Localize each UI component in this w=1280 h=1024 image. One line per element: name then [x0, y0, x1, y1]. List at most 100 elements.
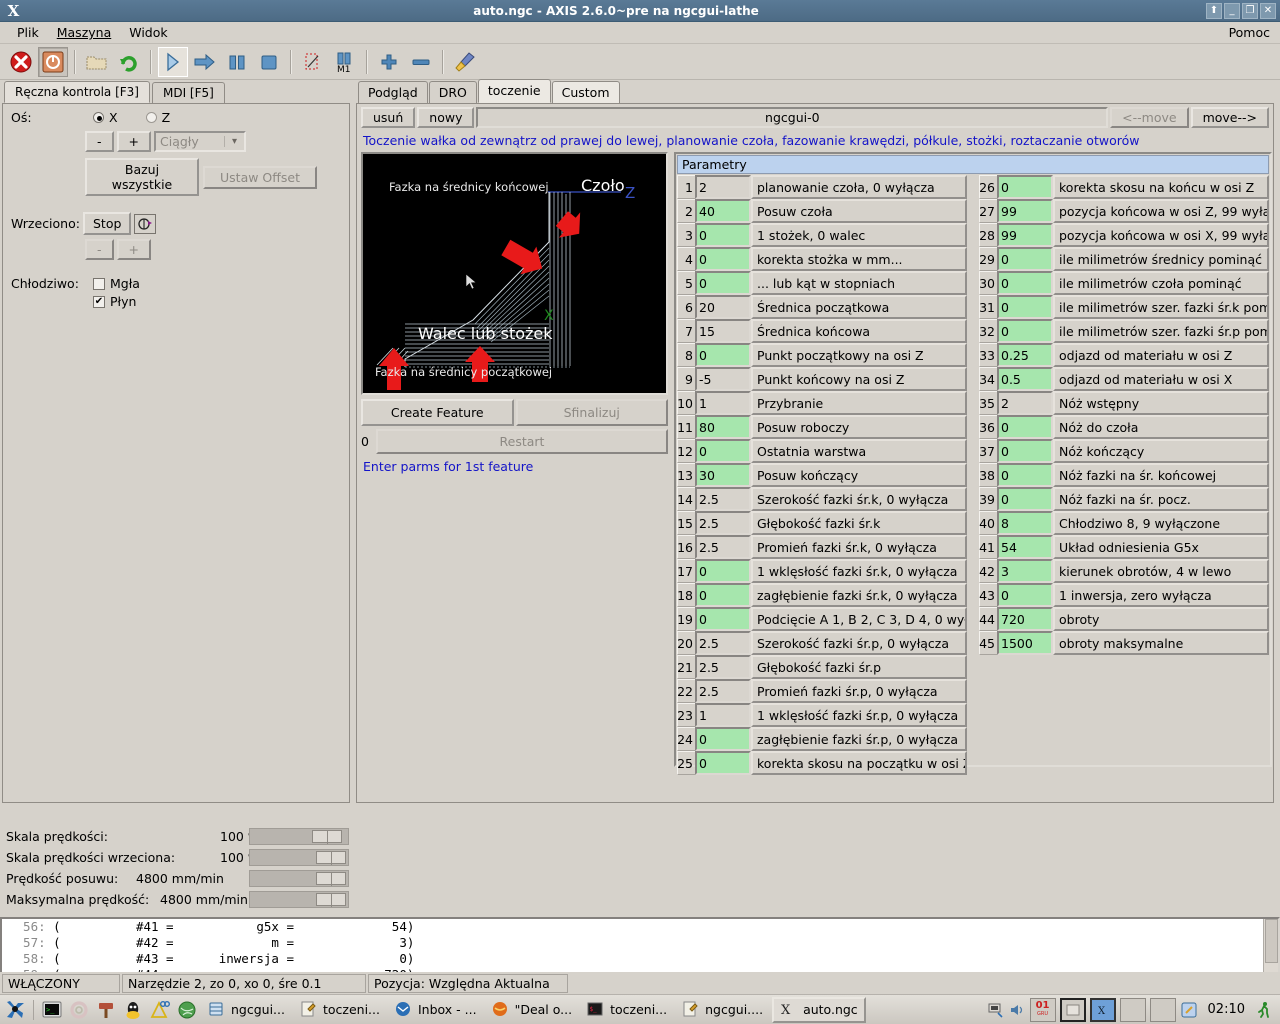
slider-thumb[interactable]	[316, 893, 346, 907]
menu-maszyna[interactable]: Maszyna	[48, 23, 121, 42]
parameter-value-input[interactable]: 0	[997, 487, 1053, 511]
tab-podglad[interactable]: Podgląd	[358, 81, 428, 103]
parameter-value-input[interactable]: 0	[695, 559, 751, 583]
package-icon[interactable]	[94, 998, 118, 1022]
parameter-value-input[interactable]: 2	[997, 391, 1053, 415]
parameter-value-input[interactable]: 0	[695, 727, 751, 751]
parameter-value-input[interactable]: 0	[997, 175, 1053, 199]
parameter-value-input[interactable]: 0.5	[997, 367, 1053, 391]
parameter-value-input[interactable]: 720	[997, 607, 1053, 631]
slider-thumb[interactable]	[316, 851, 346, 865]
parameter-value-input[interactable]: 0	[695, 247, 751, 271]
parameter-value-input[interactable]: 2.5	[695, 655, 751, 679]
parameter-value-input[interactable]: 40	[695, 199, 751, 223]
spindle-minus-button[interactable]: -	[85, 239, 114, 260]
new-tab-button[interactable]: nowy	[417, 107, 475, 128]
estop-icon[interactable]	[6, 47, 36, 77]
parameter-value-input[interactable]: 8	[997, 511, 1053, 535]
restart-button[interactable]: Restart	[376, 429, 668, 454]
feed-override-slider[interactable]	[249, 828, 349, 845]
parameter-value-input[interactable]: 0	[695, 583, 751, 607]
parameter-value-input[interactable]: 30	[695, 463, 751, 487]
parameter-value-input[interactable]: 54	[997, 535, 1053, 559]
parameter-value-input[interactable]: 20	[695, 295, 751, 319]
spindle-plus-button[interactable]: +	[116, 239, 151, 260]
parameter-value-input[interactable]: 99	[997, 199, 1053, 223]
feature-preview-canvas[interactable]: Z X Fazka na średnicy końcowej Czoło Wal…	[361, 152, 668, 395]
optional-stop-icon[interactable]: M1	[330, 47, 360, 77]
step-program-icon[interactable]	[190, 47, 220, 77]
taskbar-task[interactable]: toczeni...	[294, 999, 386, 1021]
ngcgui-name-entry[interactable]: ngcgui-0	[476, 107, 1109, 128]
drawing-icon[interactable]	[148, 998, 172, 1022]
toggle-skip-lines-icon[interactable]	[298, 47, 328, 77]
reload-file-icon[interactable]	[114, 47, 144, 77]
parameter-value-input[interactable]: 1500	[997, 631, 1053, 655]
parameter-value-input[interactable]: 0	[997, 583, 1053, 607]
clear-icon[interactable]	[450, 47, 480, 77]
run-program-icon[interactable]	[158, 46, 188, 77]
pager-page-4[interactable]	[1149, 997, 1176, 1022]
taskbar-task[interactable]: "Deal o...	[486, 999, 579, 1021]
pause-program-icon[interactable]	[222, 47, 252, 77]
parameter-value-input[interactable]: 2.5	[695, 535, 751, 559]
parameter-value-input[interactable]: 0	[997, 295, 1053, 319]
set-offset-button[interactable]: Ustaw Offset	[203, 165, 317, 189]
tab-dro[interactable]: DRO	[428, 81, 477, 103]
stop-program-icon[interactable]	[254, 47, 284, 77]
menu-widok[interactable]: Widok	[120, 23, 176, 42]
parameter-value-input[interactable]: 0	[997, 463, 1053, 487]
tab-mdi[interactable]: MDI [F5]	[151, 82, 225, 103]
jog-mode-select[interactable]: Ciągły ▾	[154, 131, 246, 152]
move-left-button[interactable]: <--move	[1110, 107, 1189, 128]
start-menu-icon[interactable]	[3, 998, 27, 1022]
slider-thumb[interactable]	[312, 830, 342, 844]
home-all-button[interactable]: Bazuj wszystkie	[85, 158, 199, 196]
parameter-value-input[interactable]: 80	[695, 415, 751, 439]
parameter-value-input[interactable]: 0	[997, 439, 1053, 463]
parameter-value-input[interactable]: 2.5	[695, 631, 751, 655]
feed-rate-slider[interactable]	[249, 870, 349, 887]
settings-icon[interactable]	[67, 998, 91, 1022]
jog-plus-button[interactable]: +	[116, 131, 151, 152]
volume-icon[interactable]	[1008, 1001, 1026, 1019]
parameter-value-input[interactable]: 2.5	[695, 679, 751, 703]
taskbar-task-active[interactable]: X auto.ngc	[772, 996, 866, 1023]
open-file-icon[interactable]	[82, 47, 112, 77]
menu-plik[interactable]: Plik	[8, 23, 48, 42]
menu-pomoc[interactable]: Pomoc	[1220, 23, 1280, 42]
parameter-value-input[interactable]: 1	[695, 391, 751, 415]
parameter-value-input[interactable]: 1	[695, 703, 751, 727]
maximize-button[interactable]: ❐	[1242, 2, 1258, 19]
spindle-direction-icon[interactable]	[134, 213, 156, 234]
scrollbar-thumb[interactable]	[1265, 919, 1278, 963]
tab-toczenie[interactable]: toczenie	[477, 79, 551, 103]
parameter-value-input[interactable]: 0	[997, 247, 1053, 271]
close-button[interactable]: ✕	[1260, 2, 1276, 19]
tab-custom[interactable]: Custom	[551, 81, 620, 103]
zoom-in-icon[interactable]	[374, 47, 404, 77]
parameter-value-input[interactable]: 0.25	[997, 343, 1053, 367]
coolant-mist-checkbox[interactable]: Mgła	[93, 276, 140, 291]
pager-page-2[interactable]: X	[1089, 997, 1116, 1022]
notes-icon[interactable]	[1180, 1001, 1198, 1019]
parameter-value-input[interactable]: -5	[695, 367, 751, 391]
parameter-value-input[interactable]: 0	[997, 271, 1053, 295]
slider-thumb[interactable]	[316, 872, 346, 886]
parameter-value-input[interactable]: 0	[695, 439, 751, 463]
pager-page-3[interactable]	[1119, 997, 1146, 1022]
display-settings-icon[interactable]	[986, 1001, 1004, 1019]
parameter-value-input[interactable]: 99	[997, 223, 1053, 247]
parameter-value-input[interactable]: 3	[997, 559, 1053, 583]
parameter-value-input[interactable]: 0	[997, 415, 1053, 439]
parameter-value-input[interactable]: 0	[997, 319, 1053, 343]
spindle-stop-button[interactable]: Stop	[83, 212, 131, 235]
max-velocity-slider[interactable]	[249, 891, 349, 908]
tab-manual-control[interactable]: Ręczna kontrola [F3]	[4, 81, 150, 103]
shade-button[interactable]: ⬆	[1206, 2, 1222, 19]
parameter-value-input[interactable]: 0	[695, 751, 751, 775]
jog-minus-button[interactable]: -	[85, 131, 114, 152]
move-right-button[interactable]: move-->	[1190, 107, 1269, 128]
taskbar-task[interactable]: ngcgui...	[202, 999, 291, 1021]
axis-x-radio[interactable]: X	[93, 110, 118, 125]
